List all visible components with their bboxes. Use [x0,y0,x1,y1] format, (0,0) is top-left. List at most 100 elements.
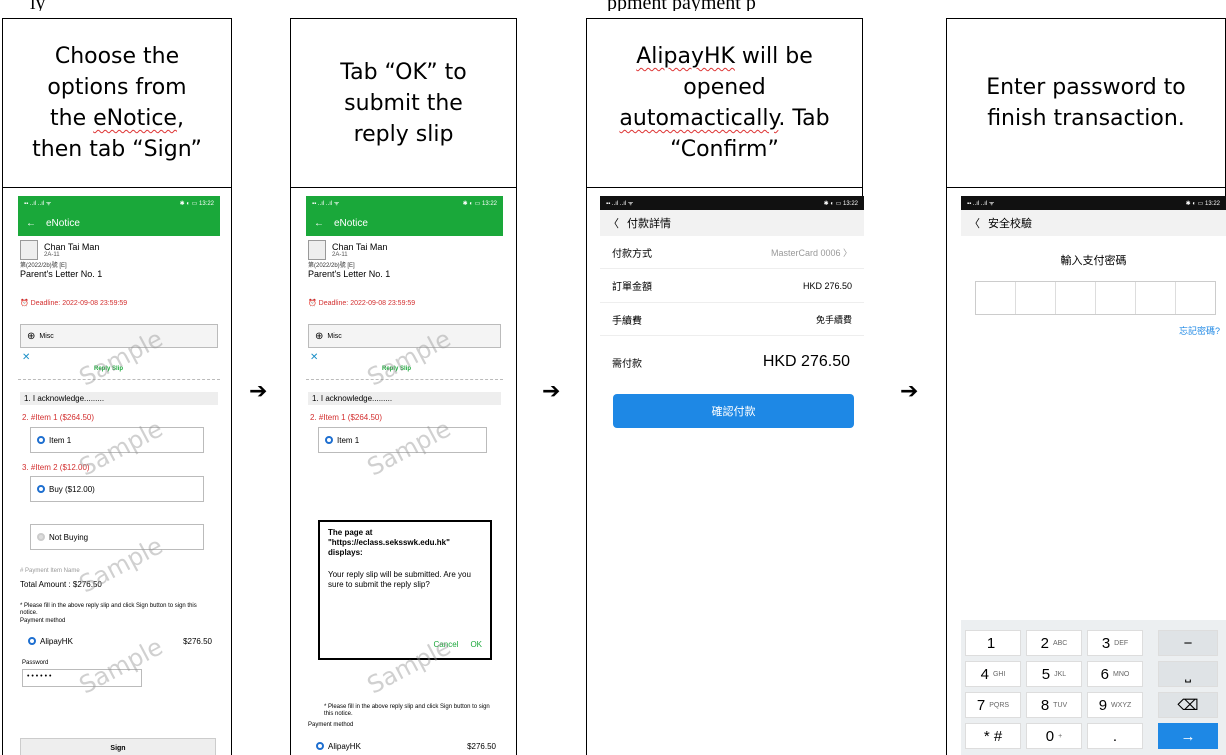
enter-key[interactable]: → [1158,723,1218,749]
deadline-text: Deadline: 2022-09-08 23:59:59 [318,300,416,307]
plus-icon: ⊕ [27,330,36,342]
cropped-text-left: ly [30,0,46,11]
buy-option[interactable]: Buy ($12.00) [30,476,204,502]
app-header: 〈 安全校驗 [961,210,1226,236]
page-title: eNotice [46,217,80,229]
key-letters: GHI [992,670,1006,678]
key-letters: + [1058,732,1063,740]
page-title: 付款詳情 [627,218,671,230]
fill-note: * Please fill in the above reply slip an… [20,603,197,616]
password-input[interactable]: • • • • • • [22,669,142,687]
reply-slip-label: Reply Slip [94,366,124,372]
back-chevron-icon[interactable]: 〈 [608,215,619,231]
password-prompt: 輸入支付密碼 [1060,255,1127,267]
key-8[interactable]: 8 TUV [1026,692,1082,718]
back-chevron-icon[interactable]: 〈 [969,215,980,231]
radio-unselected-icon [37,533,45,541]
back-arrow-icon[interactable]: ← [26,218,36,229]
key-4[interactable]: 4 GHI [965,661,1021,687]
payment-method-row[interactable]: 付款方式 MasterCard 0006 〉 [600,236,864,269]
misc-section[interactable]: ⊕ Misc [20,324,218,348]
key-1[interactable]: 1 [965,630,1021,656]
row-label: 訂單金額 [612,282,652,293]
letter-title: Parent's Letter No. 1 [308,269,391,279]
back-arrow-icon[interactable]: ← [314,218,324,229]
forgot-password-link[interactable]: 忘記密碼? [961,324,1220,337]
misc-section[interactable]: ⊕ Misc [308,324,501,348]
row-label: 需付款 [612,358,642,370]
space-key[interactable]: ⎵ [1158,661,1218,687]
caption-line: opened [683,75,766,100]
key-symbol: . [1112,727,1118,745]
radio-selected-icon [37,485,45,493]
sign-button[interactable]: Sign [20,738,216,755]
payment-amount: $276.50 [183,636,212,646]
status-bar: ▪▪ ..ıl ..ıl ᯤ ✱ ◐ ▭ 13:22 [961,196,1226,210]
pin-digit-box [976,282,1016,314]
student-class: 2A-11 [44,252,60,258]
payment-option-label: AlipayHK [40,636,73,646]
status-bar: ▪▪ ..ıl ..ıl ᯤ ✱ ◐ ▭ 13:22 [18,196,220,210]
key-2[interactable]: 2 ABC [1026,630,1082,656]
row-value: HKD 276.50 [802,280,852,291]
caption-line: submit the [344,90,463,116]
key-3[interactable]: 3 DEF [1087,630,1143,656]
key-letters: PQRS [989,701,1010,709]
key-dot[interactable]: . [1087,723,1143,749]
student-info: Chan Tai Man 2A-11 [306,236,503,260]
notice-code: 第(2022/2b)號 [E] [20,263,67,269]
pin-input[interactable] [975,281,1216,315]
fill-note: * Please fill in the above reply slip an… [324,704,490,717]
key-9[interactable]: 9 WXYZ [1087,692,1143,718]
right-arrow-icon: ➔ [900,379,919,404]
key-digit: 6 [1100,665,1109,683]
key-symbol: * # [983,727,1003,745]
key-6[interactable]: 6 MNO [1087,661,1143,687]
key-7[interactable]: 7 PQRS [965,692,1021,718]
pin-digit-box [1096,282,1136,314]
key-minus[interactable]: − [1158,630,1218,656]
caption-line: automactically. Tab [619,106,830,131]
ok-button[interactable]: OK [470,640,482,650]
payment-method-label: Payment method [308,722,354,728]
radio-selected-icon [316,742,324,751]
radio-selected-icon [28,637,36,646]
student-info: Chan Tai Man 2A-11 [18,236,220,260]
close-icon[interactable]: ✕ [310,352,318,363]
key-0[interactable]: 0 + [1026,723,1082,749]
backspace-key[interactable]: ⌫ [1158,692,1218,718]
alipay-option[interactable]: AlipayHK $276.50 [316,736,496,755]
amount-due: HKD 276.50 [762,353,850,370]
enotice-screenshot: ▪▪ ..ıl ..ıl ᯤ ✱ ◐ ▭ 13:22 ← eNotice Cha… [18,196,220,755]
caption-line: Enter password to [986,75,1186,100]
amount-due-row: 需付款 HKD 276.50 [600,336,864,388]
key-digit: 5 [1041,665,1051,683]
not-buying-option[interactable]: Not Buying [30,524,204,550]
cancel-button[interactable]: Cancel [434,640,459,650]
status-time: ✱ ◐ ▭ 13:22 [823,200,858,207]
row-value: 免手續費 [815,314,852,325]
question-1: 1. I acknowledge......... [308,392,501,405]
deadline: ⏰ Deadline: 2022-09-08 23:59:59 [306,279,503,307]
page-title: 安全校驗 [988,218,1032,230]
confirm-dialog: The page at "https://eclass.seksswk.edu.… [318,520,492,660]
confirm-payment-button[interactable]: 確認付款 [613,394,854,428]
item1-option[interactable]: Item 1 [318,427,487,453]
row-label: 付款方式 [612,248,652,260]
item1-option[interactable]: Item 1 [30,427,204,453]
app-header: ← eNotice [18,210,220,236]
status-icons: ▪▪ ..ıl ..ıl ᯤ [606,201,634,207]
pin-digit-box [1056,282,1096,314]
status-time: ✱ ◐ ▭ 13:22 [179,200,214,207]
status-time: ✱ ◐ ▭ 13:22 [462,200,497,207]
right-arrow-icon: ➔ [249,379,268,404]
close-icon[interactable]: ✕ [22,352,30,363]
key-5[interactable]: 5 JKL [1026,661,1082,687]
step3-caption: AlipayHK will be opened automactically. … [586,18,863,188]
radio-selected-icon [37,436,45,444]
caption-line: “Confirm” [670,137,779,162]
key-star-hash[interactable]: * # [965,723,1021,749]
alipay-option[interactable]: AlipayHK $276.50 [28,630,212,652]
caption-line: the eNotice, [50,106,184,131]
key-letters: MNO [1113,670,1130,678]
